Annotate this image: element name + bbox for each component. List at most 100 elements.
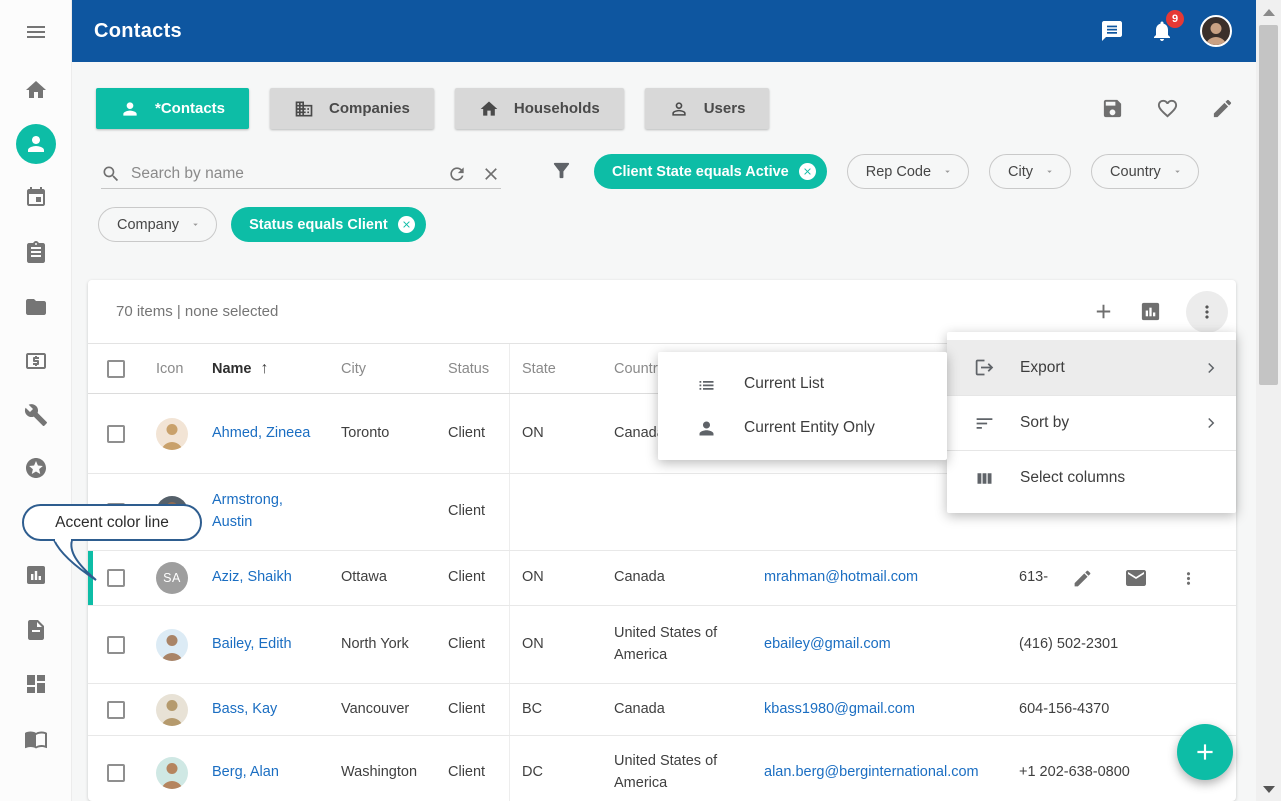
row-checkbox[interactable] (107, 636, 125, 654)
chat-icon[interactable] (1100, 19, 1124, 43)
chip-status[interactable]: Status equals Client (231, 207, 426, 242)
sidebar-item-favorites[interactable] (24, 456, 48, 480)
cell-email[interactable]: mrahman@hotmail.com (764, 567, 918, 589)
contact-name-link[interactable]: Ahmed, Zineea (212, 423, 310, 445)
row-checkbox[interactable] (107, 569, 125, 587)
notifications-button[interactable]: 9 (1150, 19, 1174, 43)
contact-name-link[interactable]: Bailey, Edith (212, 634, 292, 656)
remove-chip-icon[interactable] (398, 216, 415, 233)
chevron-right-icon (1202, 359, 1220, 377)
search-input[interactable] (129, 164, 447, 184)
menu-item-current-list[interactable]: Current List (658, 362, 947, 406)
chip-client-state[interactable]: Client State equals Active (594, 154, 827, 189)
filter-chips-row-2: Company Status equals Client (98, 207, 426, 242)
cell-status: Client (436, 606, 509, 683)
tab-companies[interactable]: Companies (270, 88, 434, 129)
column-header-status[interactable]: Status (436, 344, 509, 393)
table-row[interactable]: Berg, Alan Washington Client DC United S… (88, 736, 1236, 801)
scroll-up-arrow[interactable] (1256, 2, 1281, 22)
edit-pencil-icon[interactable] (1072, 568, 1093, 589)
sidebar-item-tools[interactable] (24, 403, 48, 427)
vertical-scrollbar[interactable] (1256, 0, 1281, 801)
sort-ascending-icon: ↑ (261, 360, 269, 378)
menu-item-sort-by[interactable]: Sort by (947, 395, 1236, 450)
sidebar-item-calendar[interactable] (24, 185, 48, 209)
chip-label: Country (1110, 164, 1161, 180)
page-title: Contacts (94, 20, 182, 43)
sidebar-item-home[interactable] (24, 78, 48, 102)
row-checkbox[interactable] (107, 425, 125, 443)
sidebar-item-library[interactable] (24, 727, 48, 751)
entity-tabs: *Contacts Companies Households Users (96, 88, 769, 129)
remove-chip-icon[interactable] (799, 163, 816, 180)
tab-households[interactable]: Households (455, 88, 624, 129)
sidebar-item-tasks[interactable] (24, 240, 48, 264)
cell-state (509, 474, 602, 550)
scrollbar-thumb[interactable] (1259, 25, 1278, 385)
cell-email[interactable]: alan.berg@berginternational.com (764, 762, 979, 784)
refresh-icon[interactable] (447, 164, 467, 184)
menu-item-current-entity-only[interactable]: Current Entity Only (658, 406, 947, 450)
cell-email[interactable]: kbass1980@gmail.com (764, 699, 915, 721)
menu-item-export[interactable]: Export (947, 340, 1236, 395)
edit-pencil-icon[interactable] (1211, 97, 1234, 120)
add-contact-fab[interactable] (1177, 724, 1233, 780)
column-header-city[interactable]: City (329, 344, 436, 393)
sidebar-item-dashboard[interactable] (24, 672, 48, 696)
export-icon (974, 357, 995, 378)
tab-users[interactable]: Users (645, 88, 770, 129)
cell-city: Washington (329, 736, 436, 801)
contact-name-link[interactable]: Aziz, Shaikh (212, 567, 292, 589)
plus-icon (1192, 739, 1218, 765)
table-row[interactable]: Bailey, Edith North York Client ON Unite… (88, 606, 1236, 684)
favorite-heart-icon[interactable] (1156, 97, 1179, 120)
cell-city: Ottawa (329, 551, 436, 605)
search-icon (101, 164, 121, 184)
menu-item-label: Current List (744, 375, 824, 393)
menu-item-select-columns[interactable]: Select columns (947, 450, 1236, 505)
sidebar-item-reports[interactable] (24, 563, 48, 587)
house-icon (479, 99, 499, 119)
chip-city[interactable]: City (989, 154, 1071, 189)
chart-view-icon[interactable] (1139, 300, 1162, 323)
contact-name-link[interactable]: Armstrong, Austin (212, 490, 317, 534)
table-row[interactable]: Bass, Kay Vancouver Client BC Canada kba… (88, 684, 1236, 736)
row-hover-actions (1058, 551, 1236, 605)
save-icon[interactable] (1101, 97, 1124, 120)
scroll-down-arrow[interactable] (1256, 779, 1281, 799)
table-row-active[interactable]: SA Aziz, Shaikh Ottawa Client ON Canada … (88, 551, 1236, 606)
hamburger-menu-icon[interactable] (24, 20, 48, 44)
user-outline-icon (669, 99, 689, 119)
chip-company[interactable]: Company (98, 207, 217, 242)
more-vert-icon[interactable] (1179, 569, 1198, 588)
clear-search-icon[interactable] (481, 164, 501, 184)
chevron-down-icon (942, 166, 953, 177)
column-header-state[interactable]: State (509, 344, 602, 393)
add-icon[interactable] (1092, 300, 1115, 323)
contact-name-link[interactable]: Berg, Alan (212, 762, 279, 784)
row-checkbox[interactable] (107, 701, 125, 719)
cell-email[interactable]: ebailey@gmail.com (764, 634, 891, 656)
filter-icon[interactable] (550, 159, 573, 182)
sidebar-item-contacts[interactable] (16, 124, 56, 164)
cell-status: Client (436, 394, 509, 473)
row-checkbox[interactable] (107, 764, 125, 782)
column-header-name[interactable]: Name↑ (212, 360, 269, 378)
sidebar-item-documents[interactable] (24, 618, 48, 642)
column-header-icon[interactable]: Icon (144, 344, 200, 393)
list-more-button[interactable] (1186, 291, 1228, 333)
user-avatar[interactable] (1200, 15, 1232, 47)
select-all-checkbox[interactable] (107, 360, 125, 378)
cell-state: ON (509, 606, 602, 683)
email-envelope-icon[interactable] (1124, 566, 1148, 590)
chip-rep-code[interactable]: Rep Code (847, 154, 969, 189)
tab-contacts[interactable]: *Contacts (96, 88, 249, 129)
chip-country[interactable]: Country (1091, 154, 1199, 189)
notification-badge: 9 (1166, 10, 1184, 28)
view-actions (1101, 97, 1234, 120)
columns-icon (974, 468, 995, 489)
sidebar-item-billing[interactable] (24, 349, 48, 373)
cell-city: North York (329, 606, 436, 683)
sidebar-item-folder[interactable] (24, 295, 48, 319)
contact-name-link[interactable]: Bass, Kay (212, 699, 277, 721)
